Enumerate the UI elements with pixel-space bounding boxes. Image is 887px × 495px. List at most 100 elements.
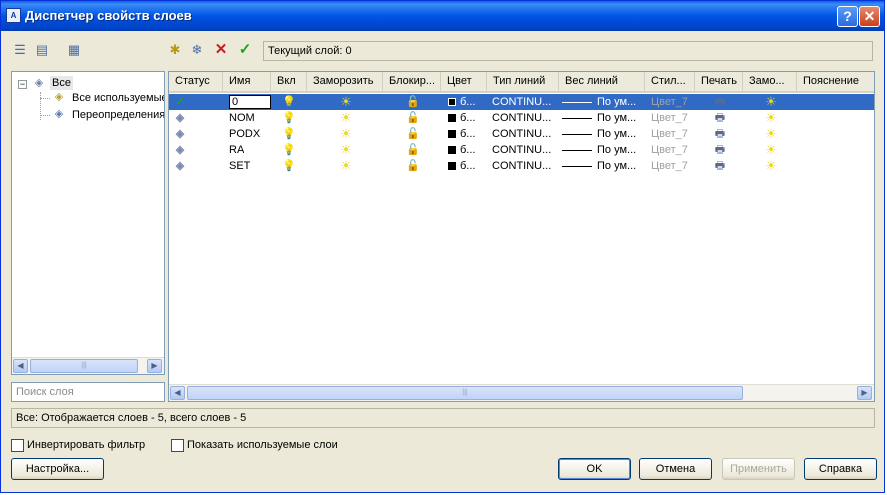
help-button[interactable]: Справка: [804, 458, 877, 480]
col-plotstyle[interactable]: Стил...: [645, 72, 695, 91]
layer-linetype[interactable]: CONTINU...: [492, 126, 551, 142]
printer-icon[interactable]: 🖶: [713, 95, 727, 109]
invert-filter-label[interactable]: Инвертировать фильтр: [27, 439, 145, 452]
sun-thawed-icon[interactable]: ☀: [339, 111, 353, 125]
sun-thawed-icon[interactable]: ☀: [339, 95, 353, 109]
layer-linetype[interactable]: CONTINU...: [492, 158, 551, 174]
layer-status-icon[interactable]: ◈: [173, 143, 187, 157]
sun-thawed-icon[interactable]: ☀: [339, 127, 353, 141]
printer-icon[interactable]: 🖶: [713, 111, 727, 125]
title-bar[interactable]: A Диспетчер свойств слоев ? ✕: [1, 1, 884, 31]
layer-color[interactable]: б...: [460, 126, 475, 142]
layer-lineweight[interactable]: По ум...: [597, 158, 636, 174]
apply-button[interactable]: Применить: [722, 458, 795, 480]
layer-color[interactable]: б...: [460, 94, 475, 110]
sun-thawed-icon[interactable]: ☀: [339, 143, 353, 157]
col-on[interactable]: Вкл: [271, 72, 307, 91]
printer-icon[interactable]: 🖶: [713, 159, 727, 173]
close-button[interactable]: ✕: [859, 6, 880, 27]
vp-freeze-icon[interactable]: ☀: [764, 143, 778, 157]
unlock-icon[interactable]: 🔓: [406, 143, 420, 157]
checkbox-box[interactable]: [171, 439, 184, 452]
scroll-thumb[interactable]: |||: [30, 359, 138, 373]
layer-name[interactable]: 0: [229, 95, 271, 109]
search-layer-input[interactable]: Поиск слоя: [11, 382, 165, 402]
layer-lineweight[interactable]: По ум...: [597, 126, 636, 142]
scroll-right-icon[interactable]: ▶: [857, 386, 872, 400]
col-vp-freeze[interactable]: Замо...: [743, 72, 797, 91]
tree-hscrollbar[interactable]: ◀ ||| ▶: [12, 357, 164, 374]
layer-lineweight[interactable]: По ум...: [597, 142, 636, 158]
ok-button[interactable]: OK: [558, 458, 631, 480]
bulb-on-icon[interactable]: 💡: [282, 127, 296, 141]
sun-thawed-icon[interactable]: ☀: [339, 159, 353, 173]
layer-status-icon[interactable]: ◈: [173, 111, 187, 125]
layer-color[interactable]: б...: [460, 110, 475, 126]
vp-freeze-icon[interactable]: ☀: [764, 159, 778, 173]
scroll-right-icon[interactable]: ▶: [147, 359, 162, 373]
vp-freeze-icon[interactable]: ☀: [764, 127, 778, 141]
tree-item-all[interactable]: Все: [50, 76, 73, 90]
collapse-icon[interactable]: −: [18, 80, 27, 89]
checkbox-box[interactable]: [11, 439, 24, 452]
color-swatch[interactable]: [448, 146, 456, 154]
col-status[interactable]: Статус: [169, 72, 223, 91]
delete-layer-icon[interactable]: ✕: [212, 41, 230, 59]
layer-name[interactable]: RA: [229, 142, 244, 158]
color-swatch[interactable]: [448, 114, 456, 122]
layer-linetype[interactable]: CONTINU...: [492, 110, 551, 126]
layer-name[interactable]: SET: [229, 158, 250, 174]
tree-item-overrides[interactable]: Переопределения: [72, 108, 164, 122]
layer-name[interactable]: PODX: [229, 126, 260, 142]
unlock-icon[interactable]: 🔓: [406, 111, 420, 125]
vp-freeze-icon[interactable]: ☀: [764, 111, 778, 125]
new-layer-frozen-icon[interactable]: ❄: [188, 41, 206, 59]
unlock-icon[interactable]: 🔓: [406, 95, 420, 109]
col-description[interactable]: Пояснение: [797, 72, 874, 91]
settings-button[interactable]: Настройка...: [11, 458, 104, 480]
layer-row[interactable]: ◈ RA 💡 ☀ 🔓 б... CONTINU... По ум... Цвет_7 🖶 ☀: [169, 142, 874, 158]
new-group-filter-icon[interactable]: ▤: [33, 41, 51, 59]
col-linetype[interactable]: Тип линий: [487, 72, 559, 91]
layer-lineweight[interactable]: По ум...: [597, 94, 636, 110]
printer-icon[interactable]: 🖶: [713, 127, 727, 141]
unlock-icon[interactable]: 🔓: [406, 127, 420, 141]
layer-row[interactable]: ◈ NOM 💡 ☀ 🔓 б... CONTINU... По ум... Цвет_7 🖶 ☀: [169, 110, 874, 126]
vp-freeze-icon[interactable]: ☀: [764, 95, 778, 109]
scroll-thumb[interactable]: |||: [187, 386, 743, 400]
layer-row[interactable]: ◈ PODX 💡 ☀ 🔓 б... CONTINU... По ум... Цвет_7 🖶 ☀: [169, 126, 874, 142]
tree-item-used[interactable]: Все используемые: [72, 91, 164, 105]
color-swatch[interactable]: [448, 162, 456, 170]
layer-status-icon[interactable]: ◈: [173, 127, 187, 141]
layer-name[interactable]: NOM: [229, 110, 255, 126]
new-layer-icon[interactable]: ✱: [166, 41, 184, 59]
bulb-on-icon[interactable]: 💡: [282, 95, 296, 109]
current-layer-check-icon[interactable]: ✓: [173, 95, 187, 109]
color-swatch[interactable]: [448, 130, 456, 138]
bulb-on-icon[interactable]: 💡: [282, 111, 296, 125]
col-color[interactable]: Цвет: [441, 72, 487, 91]
layer-status-icon[interactable]: ◈: [173, 159, 187, 173]
layer-color[interactable]: б...: [460, 142, 475, 158]
col-name[interactable]: Имя: [223, 72, 271, 91]
layer-linetype[interactable]: CONTINU...: [492, 94, 551, 110]
col-lineweight[interactable]: Вес линий: [559, 72, 645, 91]
printer-icon[interactable]: 🖶: [713, 143, 727, 157]
layer-linetype[interactable]: CONTINU...: [492, 142, 551, 158]
help-title-button[interactable]: ?: [837, 6, 858, 27]
scroll-left-icon[interactable]: ◀: [13, 359, 28, 373]
layer-color[interactable]: б...: [460, 158, 475, 174]
set-current-icon[interactable]: ✓: [236, 41, 254, 59]
cancel-button[interactable]: Отмена: [639, 458, 712, 480]
layer-row[interactable]: ✓ 0 💡 ☀ 🔓 б... CONTINU... По ум... Цвет_7 🖶 ☀: [169, 94, 874, 110]
bulb-on-icon[interactable]: 💡: [282, 143, 296, 157]
grid-hscrollbar[interactable]: ◀ ||| ▶: [169, 384, 874, 401]
layer-row[interactable]: ◈ SET 💡 ☀ 🔓 б... CONTINU... По ум... Цвет_7 🖶 ☀: [169, 158, 874, 174]
unlock-icon[interactable]: 🔓: [406, 159, 420, 173]
col-lock[interactable]: Блокир...: [383, 72, 441, 91]
color-swatch[interactable]: [448, 98, 456, 106]
layer-lineweight[interactable]: По ум...: [597, 110, 636, 126]
bulb-on-icon[interactable]: 💡: [282, 159, 296, 173]
scroll-left-icon[interactable]: ◀: [170, 386, 185, 400]
layer-states-icon[interactable]: ▦: [65, 41, 83, 59]
